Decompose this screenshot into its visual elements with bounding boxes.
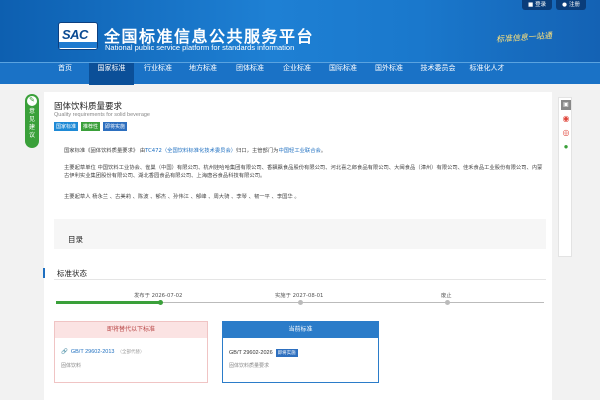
replaced-standard-name: 固体饮料 xyxy=(61,363,82,369)
department-link[interactable]: 中国轻工业联合会 xyxy=(278,148,320,154)
nav-item-industry[interactable]: 行业标准 xyxy=(137,63,179,85)
share-sidebar: ▣ ◉ ◎ ● xyxy=(558,97,572,257)
nav-item-group[interactable]: 团体标准 xyxy=(229,63,271,85)
status-marker xyxy=(43,268,45,278)
current-standard-name: 固体饮料质量要求 xyxy=(229,363,270,369)
nav-item-international[interactable]: 国际标准 xyxy=(322,63,364,85)
nav-item-home[interactable]: 首页 xyxy=(50,63,80,85)
standard-title: 固体饮料质量要求 xyxy=(54,102,123,112)
weibo-icon[interactable]: ◉ xyxy=(561,114,571,124)
link-icon: 🔗 xyxy=(61,349,68,355)
nav-item-national[interactable]: 国家标准 xyxy=(89,63,134,85)
current-standard-code: GB/T 29602-2026 xyxy=(229,350,273,356)
site-subtitle: National public service platform for sta… xyxy=(105,43,295,52)
drafting-units: 主要起草单位 中国饮料工业协会、雀巢（中国）有限公司、杭州娃哈哈集团有限公司、香… xyxy=(64,165,543,179)
abolished-label: 废止 xyxy=(441,293,452,299)
feedback-button[interactable]: ✎ 意见建议 xyxy=(25,94,39,148)
login-link[interactable]: ■ 登录 xyxy=(521,0,553,10)
current-standard-row: GB/T 29602-2026 即将实施 xyxy=(229,349,298,357)
lock-icon: ■ xyxy=(527,2,534,8)
replaced-standard-row: 🔗 GB/T 29602-2013 （全部代替） xyxy=(61,349,144,355)
divider xyxy=(54,279,546,280)
implemented-date: 实施于 2027-08-01 xyxy=(275,293,324,299)
status-title: 标准状态 xyxy=(57,269,87,278)
replaced-standard-code[interactable]: GB/T 29602-2013 xyxy=(71,349,115,355)
login-label: 登录 xyxy=(535,2,547,8)
current-card-header: 当前标准 xyxy=(223,322,378,338)
logo-text: SAC xyxy=(62,27,88,42)
replaced-card-header: 即将替代以下标准 xyxy=(55,322,207,338)
nav-item-local[interactable]: 地方标准 xyxy=(182,63,224,85)
edit-icon: ✎ xyxy=(27,96,37,106)
current-standard-card: 当前标准 GB/T 29602-2026 即将实施 固体饮料质量要求 xyxy=(222,321,379,383)
slogan: 标准信息一站通 xyxy=(495,31,553,44)
wechat-icon[interactable]: ● xyxy=(561,142,571,152)
print-icon[interactable]: ▣ xyxy=(561,100,571,110)
published-date: 发布于 2026-07-02 xyxy=(134,293,183,299)
timeline-progress xyxy=(56,301,160,304)
user-links: ■ 登录 ● 注册 xyxy=(521,0,586,10)
site-header: SAC 全国标准信息公共服务平台 National public service… xyxy=(0,0,600,62)
standard-badges: 国家标准 推荐性 即将实施 xyxy=(54,122,128,131)
badge-upcoming: 即将实施 xyxy=(103,122,128,131)
site-logo[interactable]: SAC xyxy=(58,22,98,50)
replaced-standard-tag: （全部代替） xyxy=(117,349,145,354)
abolished-dot xyxy=(445,300,450,305)
logo-swoosh xyxy=(59,42,97,48)
feedback-label: 意见建议 xyxy=(28,108,35,139)
drafters: 主要起草人 杨永兰 、古美莉 、陈波 、郁杰 、孙伟江 、郁峰 、周大骑 、李琴… xyxy=(64,194,300,200)
committee-link[interactable]: TC472（全国饮料标准化技术委员会） xyxy=(145,148,236,154)
user-icon: ● xyxy=(562,2,567,8)
main-nav: 首页 国家标准 行业标准 地方标准 团体标准 企业标准 国际标准 国外标准 技术… xyxy=(0,62,600,85)
current-standard-tag: 即将实施 xyxy=(275,349,298,357)
badge-recommended: 推荐性 xyxy=(81,122,101,131)
badge-national: 国家标准 xyxy=(54,122,79,131)
implemented-dot xyxy=(298,300,303,305)
intro-text-b: 归口，主管部门为 xyxy=(236,148,279,154)
qq-icon[interactable]: ◎ xyxy=(561,128,571,138)
intro-text-a: 国家标准《固体饮料质量要求》 由 xyxy=(64,148,146,154)
intro-text-c: 。 xyxy=(320,148,327,154)
replaced-standard-card: 即将替代以下标准 🔗 GB/T 29602-2013 （全部代替） 固体饮料 xyxy=(54,321,208,383)
nav-item-enterprise[interactable]: 企业标准 xyxy=(276,63,318,85)
standard-english-title: Quality requirements for solid beverage xyxy=(54,112,150,118)
nav-item-talent[interactable]: 标准化人才 xyxy=(463,63,511,85)
register-link[interactable]: ● 注册 xyxy=(556,0,586,10)
intro-paragraph: 国家标准《固体饮料质量要求》 由TC472（全国饮料标准化技术委员会）归口，主管… xyxy=(64,147,544,155)
table-of-contents[interactable]: 目录 xyxy=(54,219,546,249)
nav-item-foreign[interactable]: 国外标准 xyxy=(368,63,410,85)
nav-item-committee[interactable]: 技术委员会 xyxy=(414,63,462,85)
standard-detail-card: 固体饮料质量要求 Quality requirements for solid … xyxy=(43,92,552,400)
toc-title: 目录 xyxy=(68,235,83,244)
register-label: 注册 xyxy=(568,2,580,8)
published-dot xyxy=(158,300,163,305)
